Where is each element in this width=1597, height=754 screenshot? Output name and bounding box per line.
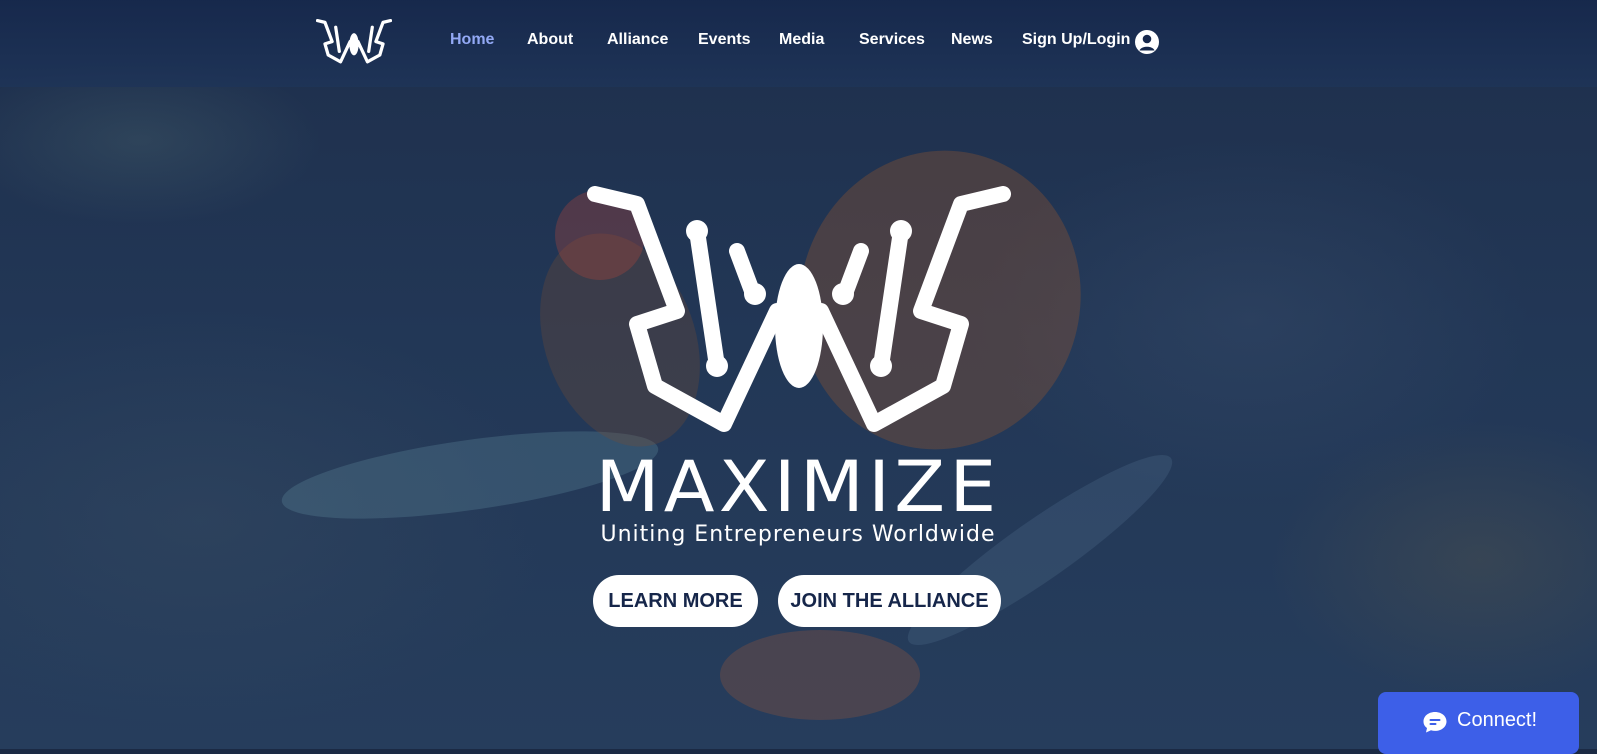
nav-item-home[interactable]: Home	[450, 31, 494, 49]
nav-item-services[interactable]: Services	[859, 31, 925, 49]
nav-item-media[interactable]: Media	[779, 31, 824, 49]
background-flower	[720, 630, 920, 720]
butterfly-w-logo-icon	[587, 186, 1011, 432]
site-header: Home About Alliance Events Media Service…	[0, 0, 1597, 87]
learn-more-button[interactable]: LEARN MORE	[593, 575, 758, 627]
chat-label: Connect!	[1457, 709, 1538, 731]
connect-chat-button[interactable]: Connect!	[1378, 692, 1579, 754]
hero-section: MAXIMIZE Uniting Entrepreneurs Worldwide…	[0, 0, 1597, 749]
butterfly-w-logo-icon[interactable]	[316, 18, 392, 66]
user-avatar-icon[interactable]	[1135, 30, 1159, 54]
sign-up-login-link[interactable]: Sign Up/Login	[1022, 31, 1130, 49]
brand-name: MAXIMIZE	[595, 446, 1001, 528]
nav-item-events[interactable]: Events	[698, 31, 750, 49]
tagline: Uniting Entrepreneurs Worldwide	[600, 522, 996, 547]
join-alliance-button[interactable]: JOIN THE ALLIANCE	[778, 575, 1001, 627]
nav-item-alliance[interactable]: Alliance	[607, 31, 668, 49]
nav-item-about[interactable]: About	[527, 31, 573, 49]
chat-bubble-icon	[1423, 712, 1447, 733]
nav-item-news[interactable]: News	[951, 31, 993, 49]
